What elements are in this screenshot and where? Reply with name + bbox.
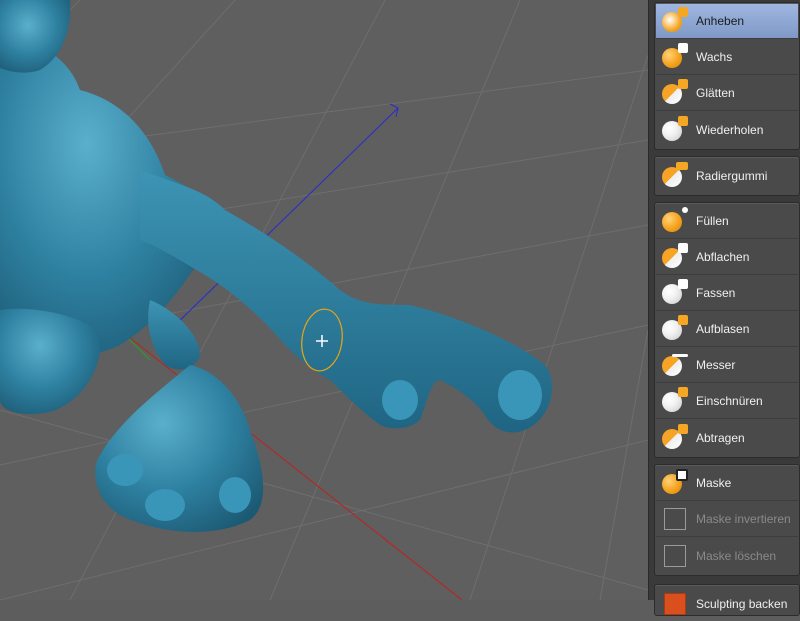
tool-label: Maske invertieren (696, 512, 791, 526)
tool-label: Abtragen (696, 430, 745, 445)
tool-anheben[interactable]: Anheben (656, 4, 798, 39)
tool-label: Fassen (696, 286, 736, 300)
model-thumb-pad (382, 380, 418, 420)
tool-messer[interactable]: Messer (656, 348, 798, 383)
tool-label: Aufblasen (696, 322, 750, 336)
bake-icon (660, 589, 690, 619)
lift-icon (660, 6, 690, 36)
tool-aufblasen[interactable]: Aufblasen (656, 312, 798, 347)
tool-label: Sculpting backen (696, 596, 788, 611)
tool-abtragen[interactable]: Abtragen (656, 420, 798, 455)
tool-label: Wachs (696, 50, 733, 64)
tool-label: Einschnüren (696, 394, 763, 408)
model-finger-pad (498, 370, 542, 420)
tool-wiederholen[interactable]: Wiederholen (656, 112, 798, 147)
tool-maske-loeschen[interactable]: Maske löschen (656, 538, 798, 573)
3d-viewport[interactable] (0, 0, 648, 600)
sculpt-brush-group-3: Füllen Abflachen Fassen Aufblasen Messer… (654, 202, 800, 458)
mask-group: Maske Maske invertieren Maske löschen (654, 464, 800, 576)
mask-clear-icon (660, 541, 690, 571)
sculpt-model[interactable] (0, 0, 553, 532)
model-leg[interactable] (148, 300, 200, 370)
model-toe (219, 477, 251, 513)
model-toe (107, 454, 143, 486)
tool-wachs[interactable]: Wachs (656, 40, 798, 75)
flatten-icon (660, 242, 690, 272)
repeat-icon (660, 115, 690, 145)
tool-label: Radiergummi (696, 168, 768, 183)
mask-invert-icon (660, 504, 690, 534)
tool-label: Maske löschen (696, 548, 777, 563)
mask-icon (660, 468, 690, 498)
model-toe (145, 489, 185, 521)
tool-fassen[interactable]: Fassen (656, 276, 798, 311)
fill-icon (660, 206, 690, 236)
model-foot-left[interactable] (0, 308, 100, 415)
tool-maske-invertieren[interactable]: Maske invertieren (656, 502, 798, 537)
smooth-icon (660, 78, 690, 108)
grab-icon (660, 278, 690, 308)
scrape-icon (660, 423, 690, 453)
tool-label: Maske (696, 476, 732, 490)
tool-label: Abflachen (696, 250, 750, 264)
tool-label: Wiederholen (696, 122, 764, 137)
tool-fuellen[interactable]: Füllen (656, 204, 798, 239)
tool-einschnueren[interactable]: Einschnüren (656, 384, 798, 419)
tool-maske[interactable]: Maske (656, 466, 798, 501)
tool-label: Glätten (696, 86, 735, 100)
sculpt-brush-group-2: Radiergummi (654, 156, 800, 196)
tool-abflachen[interactable]: Abflachen (656, 240, 798, 275)
tool-radiergummi[interactable]: Radiergummi (656, 158, 798, 193)
wax-icon (660, 42, 690, 72)
eraser-icon (660, 161, 690, 191)
tool-label: Messer (696, 358, 736, 372)
tool-glaetten[interactable]: Glätten (656, 76, 798, 111)
tool-sculpting-backen[interactable]: Sculpting backen (656, 586, 798, 621)
tool-label: Anheben (696, 14, 745, 28)
sculpt-brush-group-1: Anheben Wachs Glätten Wiederholen (654, 2, 800, 150)
tool-label: Füllen (696, 214, 729, 228)
sculpt-toolbar: Anheben Wachs Glätten Wiederholen Radier… (648, 0, 800, 616)
knife-icon (660, 350, 690, 380)
inflate-icon (660, 314, 690, 344)
bake-group: Sculpting backen (654, 584, 800, 616)
pinch-icon (660, 386, 690, 416)
viewport-canvas[interactable] (0, 0, 648, 600)
